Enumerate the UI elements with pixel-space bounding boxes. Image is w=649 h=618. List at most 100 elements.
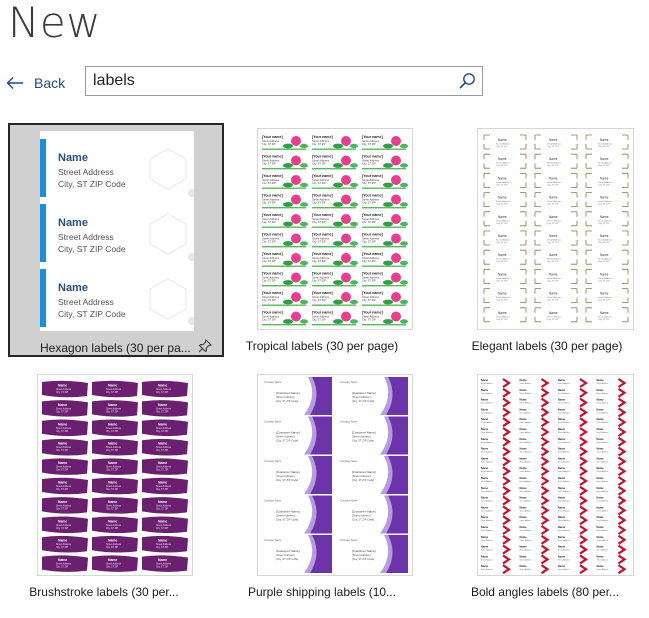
purple-label-cell: Company Name [Customer Name][Street Addre…: [340, 377, 408, 415]
arrow-left-icon: [6, 77, 23, 89]
svg-text:City, ST ZIP: City, ST ZIP: [312, 162, 326, 166]
hexagon-street-text: Street Address: [58, 297, 114, 307]
bold-angles-label-cell: NameStreet Address: [481, 535, 511, 545]
svg-text:Name: Name: [600, 292, 609, 296]
svg-text:City, ST ZIP: City, ST ZIP: [56, 527, 69, 530]
svg-text:City, ST ZIP: City, ST ZIP: [312, 318, 326, 322]
svg-text:Street Address: Street Address: [558, 382, 570, 385]
elegant-label-cell: NameStreet AddressCity, ST ZIP: [483, 230, 527, 246]
svg-text:City, ST ZIP: City, ST ZIP: [598, 279, 610, 282]
svg-text:Street Address: Street Address: [520, 568, 532, 571]
brush-label-cell: NameStreet AddressCity, ST ZIP: [142, 438, 188, 456]
search-input[interactable]: [86, 67, 453, 95]
svg-text:Street Address: Street Address: [106, 485, 122, 488]
template-purple-shipping-labels[interactable]: Company Name [Customer Name] [Street Addre…: [214, 369, 430, 603]
svg-text:Name: Name: [558, 564, 566, 568]
svg-text:Name: Name: [597, 466, 605, 470]
tropical-label-cell: [Your name]Street AddressCity, ST ZIP: [362, 252, 408, 267]
svg-text:Name: Name: [158, 461, 167, 465]
template-brushstroke-labels[interactable]: Name Street Address City, ST ZIP Name Street…: [8, 369, 224, 603]
svg-text:[Street Address]: [Street Address]: [276, 435, 295, 439]
svg-text:[Customer Name]: [Customer Name]: [352, 431, 376, 435]
bold-angles-label-cell: NameStreet Address: [558, 525, 588, 535]
svg-text:Street Address: Street Address: [597, 480, 609, 483]
purple-label-cell: Company Name [Customer Name][Street Addre…: [264, 456, 332, 494]
tropical-label-cell: [Your name]Street AddressCity, ST ZIP: [362, 135, 408, 150]
svg-text:Street Address: Street Address: [558, 539, 570, 542]
svg-text:Street Address: Street Address: [520, 500, 532, 503]
svg-text:Name: Name: [558, 466, 566, 470]
brush-label-cell: NameStreet AddressCity, ST ZIP: [42, 516, 88, 534]
svg-text:City, ST ZIP: City, ST ZIP: [362, 201, 376, 205]
search-icon[interactable]: [458, 72, 476, 90]
svg-text:City, ST ZIP: City, ST ZIP: [362, 220, 376, 224]
svg-text:Name: Name: [498, 138, 507, 142]
svg-text:City, ST ZIP: City, ST ZIP: [156, 410, 169, 413]
svg-text:Name: Name: [520, 515, 528, 519]
back-label: Back: [34, 75, 66, 91]
svg-text:Name: Name: [600, 234, 609, 238]
svg-text:Name: Name: [498, 176, 507, 180]
back-button[interactable]: Back: [6, 70, 65, 96]
bold-angles-label-cell: NameStreet Address: [597, 456, 627, 467]
svg-text:City, ST ZIP: City, ST ZIP: [496, 203, 508, 206]
elegant-label-cell: NameStreet AddressCity, ST ZIP: [585, 230, 629, 246]
template-elegant-labels[interactable]: Name Street Address City, ST ZIP Name Street…: [432, 123, 648, 357]
pin-icon[interactable]: [198, 339, 212, 353]
svg-text:Street Address: Street Address: [106, 427, 122, 430]
svg-text:[Customer Name]: [Customer Name]: [352, 391, 376, 395]
svg-text:Name: Name: [108, 500, 117, 504]
svg-text:Name: Name: [600, 215, 609, 219]
svg-text:City, ST ZIP: City, ST ZIP: [547, 279, 559, 282]
svg-text:City, ST ZIP: City, ST ZIP: [156, 430, 169, 433]
svg-text:City, ST ZIP: City, ST ZIP: [262, 259, 276, 263]
svg-text:Street Address: Street Address: [481, 509, 493, 512]
svg-text:City, ST ZIP: City, ST ZIP: [262, 220, 276, 224]
svg-text:Company Name: Company Name: [264, 500, 282, 503]
svg-text:Name: Name: [481, 525, 489, 529]
bold-angles-label-cell: NameStreet Address: [597, 466, 627, 477]
svg-text:City, ST ZIP: City, ST ZIP: [156, 546, 169, 549]
svg-text:Street Address: Street Address: [520, 529, 532, 532]
bold-angles-label-cell: NameStreet Address: [520, 437, 550, 447]
svg-text:Street Address: Street Address: [56, 407, 72, 410]
svg-text:Name: Name: [158, 403, 167, 407]
svg-text:City, ST ZIP: City, ST ZIP: [496, 260, 508, 263]
bold-angles-label-cell: NameStreet Address: [597, 378, 627, 388]
svg-text:Name: Name: [498, 157, 507, 161]
elegant-label-cell: NameStreet AddressCity, ST ZIP: [585, 269, 629, 284]
search-box[interactable]: [85, 66, 483, 96]
svg-text:City, ST ZIP: City, ST ZIP: [598, 318, 610, 321]
svg-text:Name: Name: [158, 481, 167, 485]
bold-angles-label-cell: NameStreet Address: [481, 447, 511, 457]
svg-text:[Your name]: [Your name]: [262, 194, 283, 198]
svg-text:Name: Name: [498, 253, 507, 257]
svg-text:[City, ST ZIP Code]: [City, ST ZIP Code]: [276, 518, 298, 522]
svg-text:Name: Name: [597, 515, 605, 519]
brush-label-cell: NameStreet AddressCity, ST ZIP: [92, 438, 138, 456]
svg-text:[Your name]: [Your name]: [312, 174, 333, 178]
brush-label-cell: NameStreet AddressCity, ST ZIP: [142, 516, 188, 534]
template-bold-angles-labels[interactable]: Name Street Address Name Street Address Name…: [432, 369, 648, 603]
elegant-label-cell: NameStreet AddressCity, ST ZIP: [534, 153, 578, 169]
brush-label-cell: NameStreet AddressCity, ST ZIP: [42, 438, 88, 456]
tropical-label-cell: [Your name]Street AddressCity, ST ZIP: [312, 135, 358, 150]
tropical-label-cell: [Your name]Street AddressCity, ST ZIP: [262, 233, 308, 248]
svg-text:Street Address: Street Address: [481, 392, 493, 395]
tropical-label-cell: [Your name]Street AddressCity, ST ZIP: [312, 155, 358, 170]
svg-text:Name: Name: [108, 558, 117, 562]
template-hexagon-labels[interactable]: Name Street Address City, ST ZIP Code Na…: [8, 123, 224, 357]
svg-text:Name: Name: [520, 496, 528, 500]
brush-label-cell: NameStreet AddressCity, ST ZIP: [92, 555, 138, 572]
svg-text:Street Address: Street Address: [56, 466, 72, 469]
svg-text:Name: Name: [108, 539, 117, 543]
bold-angles-label-cell: NameStreet Address: [481, 427, 511, 437]
tropical-label-cell: [Your name]Street AddressCity, ST ZIP: [262, 252, 308, 267]
bold-angles-label-cell: NameStreet Address: [481, 564, 511, 575]
bold-angles-label-cell: NameStreet Address: [558, 496, 588, 506]
template-tropical-labels[interactable]: [Your name] Street Address City, ST ZIP [Yo…: [214, 123, 430, 357]
svg-text:City, ST ZIP: City, ST ZIP: [547, 318, 559, 321]
brush-label-cell: NameStreet AddressCity, ST ZIP: [142, 477, 188, 495]
elegant-label-cell: NameStreet AddressCity, ST ZIP: [534, 249, 578, 265]
svg-text:Street Address: Street Address: [520, 421, 532, 424]
